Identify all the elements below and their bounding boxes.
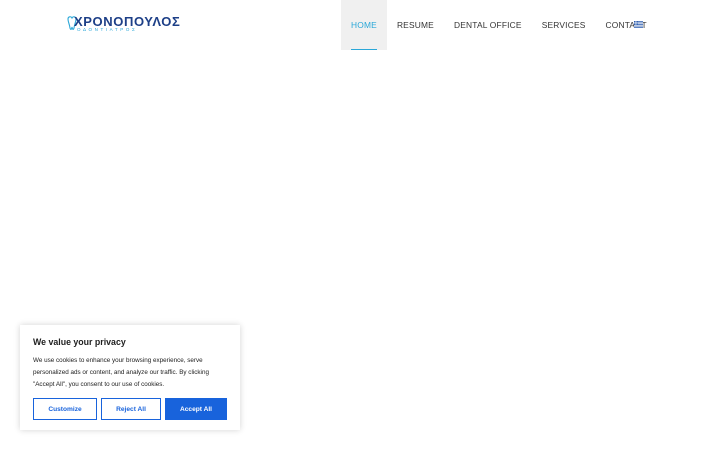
language-switcher[interactable]: [634, 21, 643, 28]
reject-all-button[interactable]: Reject All: [101, 398, 161, 420]
nav-item-contact[interactable]: CONTACT: [596, 0, 657, 50]
nav-item-label: HOME: [351, 20, 377, 30]
cookie-consent-banner: We value your privacy We use cookies to …: [20, 325, 240, 430]
nav-item-label: RESUME: [396, 20, 434, 30]
site-header: ΧΡΟΝΟΠΟΥΛΟΣ ΟΔΟΝΤΙΑΤΡΟΣ HOME RESUME DENT…: [0, 0, 720, 50]
nav-item-label: DENTAL OFFICE: [453, 20, 522, 30]
nav-item-resume[interactable]: RESUME: [387, 0, 444, 50]
cookie-title: We value your privacy: [33, 337, 126, 347]
cookie-buttons: Customize Reject All Accept All: [33, 398, 227, 420]
nav-item-home[interactable]: HOME: [341, 0, 387, 50]
main-nav: HOME RESUME DENTAL OFFICE SERVICES CONTA…: [341, 0, 657, 50]
customize-button[interactable]: Customize: [33, 398, 97, 420]
logo-subtext: ΟΔΟΝΤΙΑΤΡΟΣ: [77, 27, 138, 32]
page: ΧΡΟΝΟΠΟΥΛΟΣ ΟΔΟΝΤΙΑΤΡΟΣ HOME RESUME DENT…: [0, 0, 720, 450]
greek-flag-icon: [634, 21, 643, 28]
nav-item-services[interactable]: SERVICES: [532, 0, 596, 50]
nav-item-label: SERVICES: [541, 20, 586, 30]
site-logo[interactable]: ΧΡΟΝΟΠΟΥΛΟΣ ΟΔΟΝΤΙΑΤΡΟΣ: [66, 14, 180, 35]
accept-all-button[interactable]: Accept All: [165, 398, 227, 420]
nav-item-dental-office[interactable]: DENTAL OFFICE: [444, 0, 532, 50]
cookie-description: We use cookies to enhance your browsing …: [33, 357, 209, 388]
